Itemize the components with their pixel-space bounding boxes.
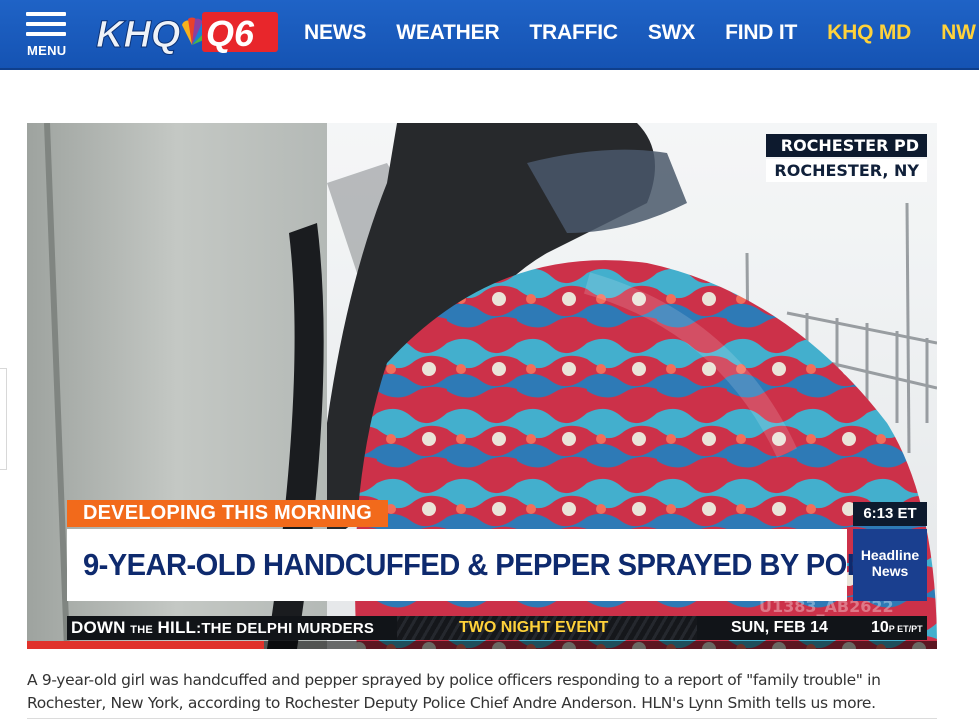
location-line-2: ROCHESTER, NY (766, 159, 927, 182)
location-line-1: ROCHESTER PD (766, 134, 927, 157)
hamburger-icon-bar (26, 22, 66, 26)
nav-find-it[interactable]: FIND IT (725, 21, 797, 45)
lower-third-headline: 9-YEAR-OLD HANDCUFFED & PEPPER SPRAYED B… (67, 529, 911, 601)
nav-news[interactable]: NEWS (304, 21, 366, 45)
hln-logo: Headline News (853, 529, 927, 601)
network-name-line-2: News (871, 563, 909, 579)
main-nav: NEWS WEATHER TRAFFIC SWX FIND IT KHQ MD … (304, 21, 979, 45)
nav-traffic[interactable]: TRAFFIC (529, 21, 618, 45)
ticker-time-hour: 10 (871, 619, 889, 636)
video-caption: A 9-year-old girl was handcuffed and pep… (27, 670, 881, 712)
nav-swx[interactable]: SWX (648, 21, 695, 45)
svg-text:Q6: Q6 (206, 13, 255, 54)
content-divider (27, 718, 937, 719)
ticker-show-part4: :THE DELPHI MURDERS (196, 620, 375, 637)
ticker-show-part1: DOWN (71, 618, 126, 637)
ticker-event: TWO NIGHT EVENT (459, 619, 609, 636)
svg-text:KHQ: KHQ (96, 14, 180, 55)
menu-label: MENU (27, 43, 67, 58)
ticker-date: SUN, FEB 14 (731, 619, 828, 636)
ticker-show-title: DOWN THE HILL:THE DELPHI MURDERS (71, 618, 374, 640)
site-header: MENU KHQ Q6 NEWS WEATHER TRAFFIC SWX FIN… (0, 0, 979, 70)
video-progress-fill (27, 641, 264, 649)
video-progress-bar[interactable] (27, 641, 937, 649)
headline-text: 9-YEAR-OLD HANDCUFFED & PEPPER SPRAYED B… (83, 547, 911, 582)
ticker-time-zone: P ET/PT (888, 624, 923, 634)
network-name-line-1: Headline (860, 547, 920, 563)
nav-nw-p[interactable]: NW P (941, 21, 979, 45)
ticker-show-part2: THE (130, 624, 153, 636)
side-panel-edge (0, 368, 7, 470)
video-player[interactable]: U1383_AB2622 ROCHESTER PD ROCHESTER, NY … (27, 123, 937, 649)
hamburger-icon-bar (26, 32, 66, 36)
promo-ticker: DOWN THE HILL:THE DELPHI MURDERS TWO NIG… (67, 616, 927, 640)
ticker-time-slot: 10P ET/PT (871, 618, 923, 639)
menu-button[interactable]: MENU (26, 12, 68, 60)
nav-khq-md[interactable]: KHQ MD (827, 21, 911, 45)
time-bug: 6:13 ET (853, 502, 927, 526)
hamburger-icon-bar (26, 12, 66, 16)
kicker-label: DEVELOPING THIS MORNING (67, 500, 389, 527)
khq-logo[interactable]: KHQ Q6 (94, 9, 280, 55)
ticker-show-part3: HILL (157, 618, 197, 637)
location-bug: ROCHESTER PD ROCHESTER, NY (766, 134, 927, 182)
nav-weather[interactable]: WEATHER (396, 21, 499, 45)
